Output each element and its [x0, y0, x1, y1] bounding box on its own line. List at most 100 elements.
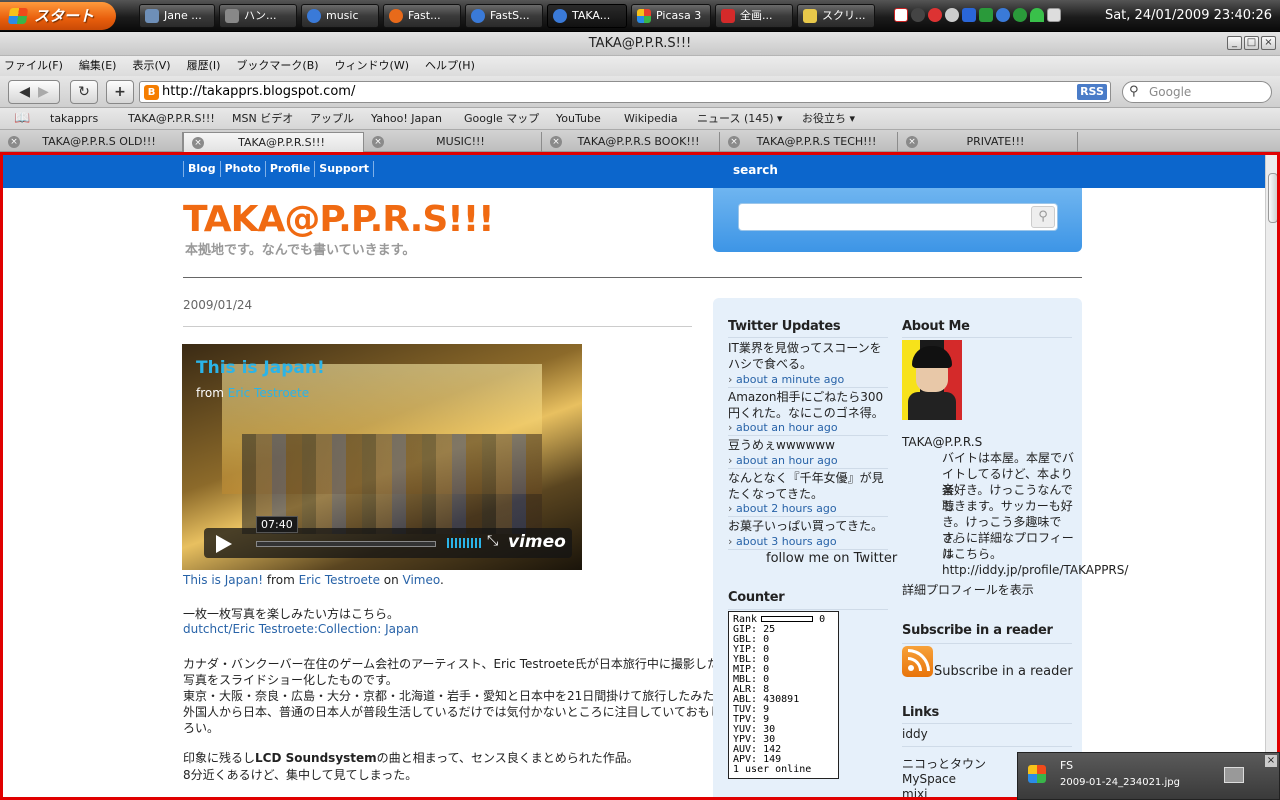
vertical-scrollbar[interactable] — [1265, 155, 1277, 797]
taskbar-item[interactable]: ハン... — [219, 4, 297, 28]
author-link[interactable]: Eric Testroete — [299, 573, 380, 587]
maximize-icon[interactable]: □ — [1244, 36, 1259, 50]
nav-blog[interactable]: Blog — [183, 161, 221, 177]
tweet-time-link[interactable]: about an hour ago — [728, 454, 838, 467]
wifi-icon[interactable] — [1030, 8, 1044, 22]
back-icon[interactable]: ◀ — [19, 84, 30, 100]
blog-search-input[interactable]: ⚲ — [738, 203, 1058, 231]
video-link[interactable]: This is Japan! — [183, 573, 263, 587]
menu-view[interactable]: 表示(V) — [132, 56, 170, 76]
tray-icon[interactable] — [928, 8, 942, 22]
menu-edit[interactable]: 編集(E) — [79, 56, 117, 76]
arrow-icon[interactable] — [911, 8, 925, 22]
tray-icon[interactable] — [979, 8, 993, 22]
new-tab-button[interactable]: + — [106, 80, 134, 104]
bookmark-item[interactable]: Wikipedia — [624, 108, 678, 130]
bookmark-item[interactable]: TAKA@P.P.R.S!!! — [128, 108, 215, 130]
close-icon[interactable]: × — [1261, 36, 1276, 50]
rss-feed-icon[interactable] — [902, 646, 933, 677]
tab[interactable]: × TAKA@P.P.R.S OLD!!! — [0, 132, 183, 152]
tweet-time-link[interactable]: about an hour ago — [728, 421, 838, 434]
taskbar-item[interactable]: Picasa 3 — [631, 4, 711, 28]
menu-bookmarks[interactable]: ブックマーク(B) — [236, 56, 318, 76]
start-button[interactable]: スタート — [0, 2, 116, 30]
subscribe-link[interactable]: Subscribe in a reader — [934, 664, 1073, 680]
bookmark-item[interactable]: takapprs — [50, 108, 98, 130]
link-item[interactable]: mixi — [902, 786, 927, 797]
vimeo-logo[interactable]: vimeo — [508, 532, 566, 552]
bookmark-item[interactable]: YouTube — [556, 108, 601, 130]
taskbar-item[interactable]: スクリ... — [797, 4, 875, 28]
google-icon[interactable] — [996, 8, 1010, 22]
taskbar-item-active[interactable]: TAKA... — [547, 4, 627, 28]
tweet-time-link[interactable]: about a minute ago — [728, 373, 844, 386]
bookmark-item[interactable]: Yahoo! Japan — [371, 108, 442, 130]
avatar[interactable] — [902, 340, 962, 420]
clock[interactable]: Sat, 24/01/2009 23:40:26 — [1105, 0, 1272, 32]
search-input[interactable]: ⚲ Google — [1122, 81, 1272, 103]
blog-title[interactable]: TAKA@P.P.R.S!!! — [183, 199, 495, 240]
nav-photo[interactable]: Photo — [219, 161, 266, 177]
profile-link[interactable]: 詳細プロフィールを表示 — [902, 582, 1034, 598]
search-icon[interactable]: ⚲ — [1129, 82, 1139, 102]
video-author-link[interactable]: Eric Testroete — [228, 386, 309, 400]
menu-history[interactable]: 履歴(I) — [187, 56, 221, 76]
search-icon[interactable]: ⚲ — [1031, 206, 1055, 228]
close-tab-icon[interactable]: × — [8, 136, 20, 148]
adobe-icon[interactable] — [894, 8, 908, 22]
volume-icon[interactable] — [1047, 8, 1061, 22]
bookmark-folder-tools[interactable]: お役立ち ▾ — [802, 108, 855, 130]
tab-selected[interactable]: × TAKA@P.P.R.S!!! — [183, 132, 364, 152]
link-item[interactable]: iddy — [902, 726, 928, 742]
close-tab-icon[interactable]: × — [550, 136, 562, 148]
back-forward-buttons[interactable]: ◀ ▶ — [8, 80, 60, 104]
close-icon[interactable]: × — [1265, 755, 1277, 767]
play-icon[interactable] — [216, 535, 232, 553]
taskbar-item[interactable]: Fast... — [383, 4, 461, 28]
url-bar[interactable]: B http://takapprs.blogspot.com/ RSS — [139, 81, 1111, 103]
tray-icon[interactable] — [945, 8, 959, 22]
link-item[interactable]: MySpace — [902, 771, 956, 787]
fullscreen-icon[interactable]: ⤡ — [487, 533, 498, 549]
tweet-time-link[interactable]: about 2 hours ago — [728, 502, 837, 515]
close-tab-icon[interactable]: × — [728, 136, 740, 148]
nav-support[interactable]: Support — [314, 161, 375, 177]
vimeo-link[interactable]: Vimeo — [403, 573, 440, 587]
rss-button[interactable]: RSS — [1077, 84, 1107, 100]
tab[interactable]: × TAKA@P.P.R.S BOOK!!! — [542, 132, 720, 152]
link-item[interactable]: ニコっとタウン — [902, 756, 986, 772]
access-counter[interactable]: Rank 0 GIP: 25 GBL: 0 YIP: 0 YBL: 0 MIP:… — [728, 611, 839, 779]
url-text[interactable]: http://takapprs.blogspot.com/ — [162, 82, 355, 102]
video-player[interactable]: This is Japan! from Eric Testroete 07:40… — [182, 344, 582, 570]
scrollbar-thumb[interactable] — [1268, 173, 1277, 223]
collection-link[interactable]: dutchct/Eric Testroete:Collection: Japan — [183, 622, 419, 636]
menu-file[interactable]: ファイル(F) — [4, 56, 63, 76]
tweet-time-link[interactable]: about 3 hours ago — [728, 535, 837, 548]
tab[interactable]: × TAKA@P.P.R.S TECH!!! — [720, 132, 898, 152]
window-titlebar[interactable]: TAKA@P.P.R.S!!! _ □ × — [0, 32, 1280, 56]
bookmark-item[interactable]: MSN ビデオ — [232, 108, 293, 130]
taskbar-item[interactable]: FastS... — [465, 4, 543, 28]
close-tab-icon[interactable]: × — [906, 136, 918, 148]
book-icon[interactable]: 📖 — [14, 108, 30, 130]
taskbar-item[interactable]: 全画... — [715, 4, 793, 28]
close-tab-icon[interactable]: × — [192, 137, 204, 149]
tab[interactable]: × PRIVATE!!! — [898, 132, 1078, 152]
bookmark-item[interactable]: アップル — [310, 108, 354, 130]
taskbar-item[interactable]: Jane ... — [139, 4, 215, 28]
close-tab-icon[interactable]: × — [372, 136, 384, 148]
volume-icon[interactable] — [447, 538, 481, 548]
tray-icon[interactable] — [1013, 8, 1027, 22]
thumbnail-icon[interactable] — [1224, 767, 1244, 783]
tab[interactable]: × MUSIC!!! — [364, 132, 542, 152]
tray-icon[interactable] — [962, 8, 976, 22]
follow-twitter-link[interactable]: follow me on Twitter — [766, 551, 926, 567]
nav-profile[interactable]: Profile — [264, 161, 316, 177]
menu-window[interactable]: ウィンドウ(W) — [335, 56, 409, 76]
bookmark-folder-news[interactable]: ニュース (145) ▾ — [697, 108, 783, 130]
bookmark-item[interactable]: Google マップ — [464, 108, 539, 130]
video-title[interactable]: This is Japan! — [196, 358, 325, 378]
forward-icon[interactable]: ▶ — [38, 84, 49, 100]
reload-button[interactable]: ↻ — [70, 80, 98, 104]
menu-help[interactable]: ヘルプ(H) — [425, 56, 475, 76]
